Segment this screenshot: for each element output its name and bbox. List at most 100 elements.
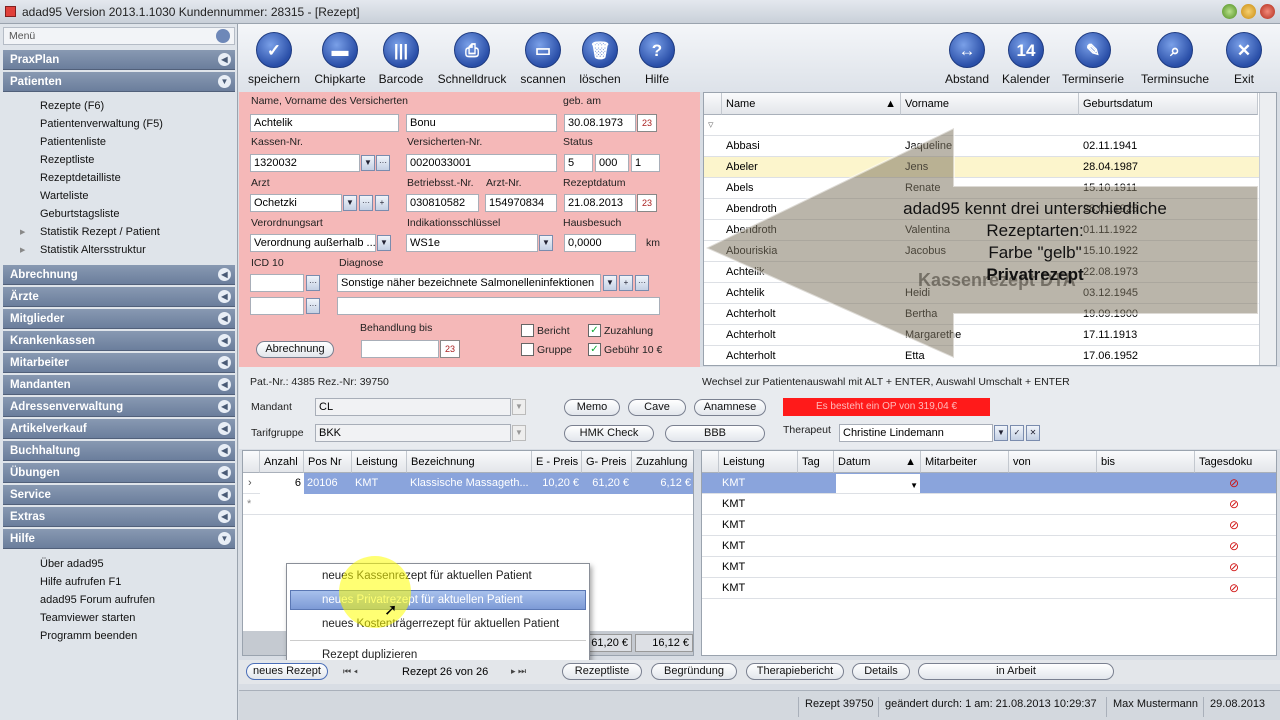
menu-section-krankenkassen[interactable]: Krankenkassen ◀: [3, 331, 235, 351]
column-header-tagesdoku[interactable]: Tagesdoku: [1195, 451, 1276, 473]
column-header-zuzahlung[interactable]: Zuzahlung: [632, 451, 693, 473]
indik-field[interactable]: WS1e: [406, 234, 538, 252]
nav-first-icon[interactable]: ⏮ ◂: [343, 666, 358, 677]
bbb-button[interactable]: BBB: [665, 425, 765, 442]
column-header-leistung[interactable]: Leistung: [352, 451, 407, 473]
exit-button[interactable]: ✕ Exit: [1224, 32, 1264, 86]
dropdown-icon[interactable]: ▼: [539, 235, 553, 251]
table-row[interactable]: › 6 20106 KMT Klassische Massageth... 10…: [243, 473, 693, 494]
no-entry-icon[interactable]: ⊘: [1229, 494, 1239, 515]
menu-item-patientenliste[interactable]: Patientenliste: [40, 136, 106, 148]
dropdown-icon[interactable]: ▼: [603, 275, 617, 291]
therapeut-field[interactable]: Christine Lindemann: [839, 424, 993, 442]
scan-button[interactable]: ▭ scannen: [518, 32, 568, 86]
mandant-field[interactable]: CL: [315, 398, 511, 416]
delete-button[interactable]: 🗑 löschen: [576, 32, 624, 86]
no-entry-icon[interactable]: ⊘: [1229, 578, 1239, 599]
menu-item-teamviewer[interactable]: Teamviewer starten: [40, 612, 135, 624]
menu-item-statistik-rezept[interactable]: Statistik Rezept / Patient: [40, 226, 160, 238]
status-field-2[interactable]: 000: [595, 154, 629, 172]
menu-section-abrechnung[interactable]: Abrechnung ◀: [3, 265, 235, 285]
column-header-tag[interactable]: Tag: [798, 451, 834, 473]
behandlung-field[interactable]: [361, 340, 439, 358]
confirm-icon[interactable]: ✓: [1010, 425, 1024, 441]
table-row[interactable]: KMT ⊘: [702, 578, 1276, 599]
help-button[interactable]: ? Hilfe: [634, 32, 680, 86]
versnr-field[interactable]: 0020033001: [406, 154, 557, 172]
column-header-posnr[interactable]: Pos Nr: [304, 451, 352, 473]
anamnese-button[interactable]: Anamnese: [694, 399, 766, 416]
no-entry-icon[interactable]: ⊘: [1229, 515, 1239, 536]
nav-last-icon[interactable]: ▸ ⏭: [511, 666, 526, 677]
column-header-mitarbeiter[interactable]: Mitarbeiter: [921, 451, 1009, 473]
terminsuche-button[interactable]: ⌕ Terminsuche: [1136, 32, 1214, 86]
menu-section-mitglieder[interactable]: Mitglieder ◀: [3, 309, 235, 329]
schnelldruck-button[interactable]: ⎙ Schnelldruck: [436, 32, 508, 86]
begruendung-button[interactable]: Begründung: [651, 663, 737, 680]
calendar-icon[interactable]: 23: [637, 194, 657, 212]
column-header-vorname[interactable]: Vorname: [901, 93, 1079, 115]
datum-editor[interactable]: ▼: [836, 474, 920, 493]
maximize-icon[interactable]: [1241, 4, 1256, 19]
column-header-bezeichnung[interactable]: Bezeichnung: [407, 451, 532, 473]
gebuehr-checkbox[interactable]: ✓: [588, 343, 601, 356]
column-header-anzahl[interactable]: Anzahl: [260, 451, 304, 473]
birthdate-field[interactable]: 30.08.1973: [564, 114, 636, 132]
arzt-field[interactable]: Ochetzki: [250, 194, 342, 212]
menu-item-patientenverwaltung[interactable]: Patientenverwaltung (F5): [40, 118, 163, 130]
add-icon[interactable]: +: [375, 195, 389, 211]
tarif-field[interactable]: BKK: [315, 424, 511, 442]
close-window-icon[interactable]: [1260, 4, 1275, 19]
table-row[interactable]: KMT ⊘ ▼: [702, 473, 1276, 494]
menu-item-hilfe-aufrufen[interactable]: Hilfe aufrufen F1: [40, 576, 121, 588]
verordnung-field[interactable]: Verordnung außerhalb ...: [250, 234, 376, 252]
status-field-3[interactable]: 1: [631, 154, 660, 172]
minimize-icon[interactable]: [1222, 4, 1237, 19]
more-icon[interactable]: ···: [306, 298, 320, 314]
more-icon[interactable]: ···: [359, 195, 373, 211]
menu-section-mandanten[interactable]: Mandanten ◀: [3, 375, 235, 395]
terminserie-button[interactable]: ✎ Terminserie: [1058, 32, 1128, 86]
add-icon[interactable]: +: [619, 275, 633, 291]
column-header-epreis[interactable]: E - Preis: [532, 451, 582, 473]
dropdown-icon[interactable]: ▼: [512, 425, 526, 441]
dropdown-icon[interactable]: ▼: [377, 235, 391, 251]
menu-collapse-icon[interactable]: [216, 29, 230, 43]
table-row[interactable]: KMT ⊘: [702, 515, 1276, 536]
table-row[interactable]: KMT ⊘: [702, 494, 1276, 515]
calendar-icon[interactable]: 23: [440, 340, 460, 358]
save-button[interactable]: ✓ speichern: [248, 32, 300, 86]
dropdown-icon[interactable]: ▼: [994, 425, 1008, 441]
no-entry-icon[interactable]: ⊘: [1229, 473, 1239, 494]
menu-item-warteliste[interactable]: Warteliste: [40, 190, 89, 202]
zuzahlung-checkbox[interactable]: ✓: [588, 324, 601, 337]
menu-item-kassenrezept[interactable]: neues Kassenrezept für aktuellen Patient: [322, 570, 532, 582]
hausbesuch-field[interactable]: 0,0000: [564, 234, 636, 252]
menu-section-patienten[interactable]: Patienten ▼: [3, 72, 235, 92]
menu-item-statistik-alter[interactable]: Statistik Altersstruktur: [40, 244, 146, 256]
column-header-name[interactable]: Name ▲: [722, 93, 901, 115]
no-entry-icon[interactable]: ⊘: [1229, 536, 1239, 557]
kassennr-field[interactable]: 1320032: [250, 154, 360, 172]
menu-section-buchhaltung[interactable]: Buchhaltung ◀: [3, 441, 235, 461]
menu-item-kostentraegerrezept[interactable]: neues Kostenträgerrezept für aktuellen P…: [322, 618, 559, 630]
status-field-1[interactable]: 5: [564, 154, 593, 172]
clear-icon[interactable]: ✕: [1026, 425, 1040, 441]
rezeptdatum-field[interactable]: 21.08.2013: [564, 194, 636, 212]
cave-button[interactable]: Cave: [628, 399, 686, 416]
table-row[interactable]: KMT ⊘: [702, 536, 1276, 557]
chipkarte-button[interactable]: ▬ Chipkarte: [310, 32, 370, 86]
menu-section-praxplan[interactable]: PraxPlan ◀: [3, 50, 235, 70]
menu-item-forum[interactable]: adad95 Forum aufrufen: [40, 594, 155, 606]
column-header-datum[interactable]: Datum ▲: [834, 451, 921, 473]
abrechnung-button[interactable]: Abrechnung: [256, 341, 334, 358]
menu-section-uebungen[interactable]: Übungen ◀: [3, 463, 235, 483]
details-button[interactable]: Details: [852, 663, 910, 680]
menu-section-service[interactable]: Service ◀: [3, 485, 235, 505]
more-icon[interactable]: ···: [376, 155, 390, 171]
menu-item-rezeptdetailliste[interactable]: Rezeptdetailliste: [40, 172, 121, 184]
more-icon[interactable]: ···: [306, 275, 320, 291]
new-row[interactable]: *: [243, 494, 693, 515]
menu-section-hilfe[interactable]: Hilfe ▼: [3, 529, 235, 549]
no-entry-icon[interactable]: ⊘: [1229, 557, 1239, 578]
